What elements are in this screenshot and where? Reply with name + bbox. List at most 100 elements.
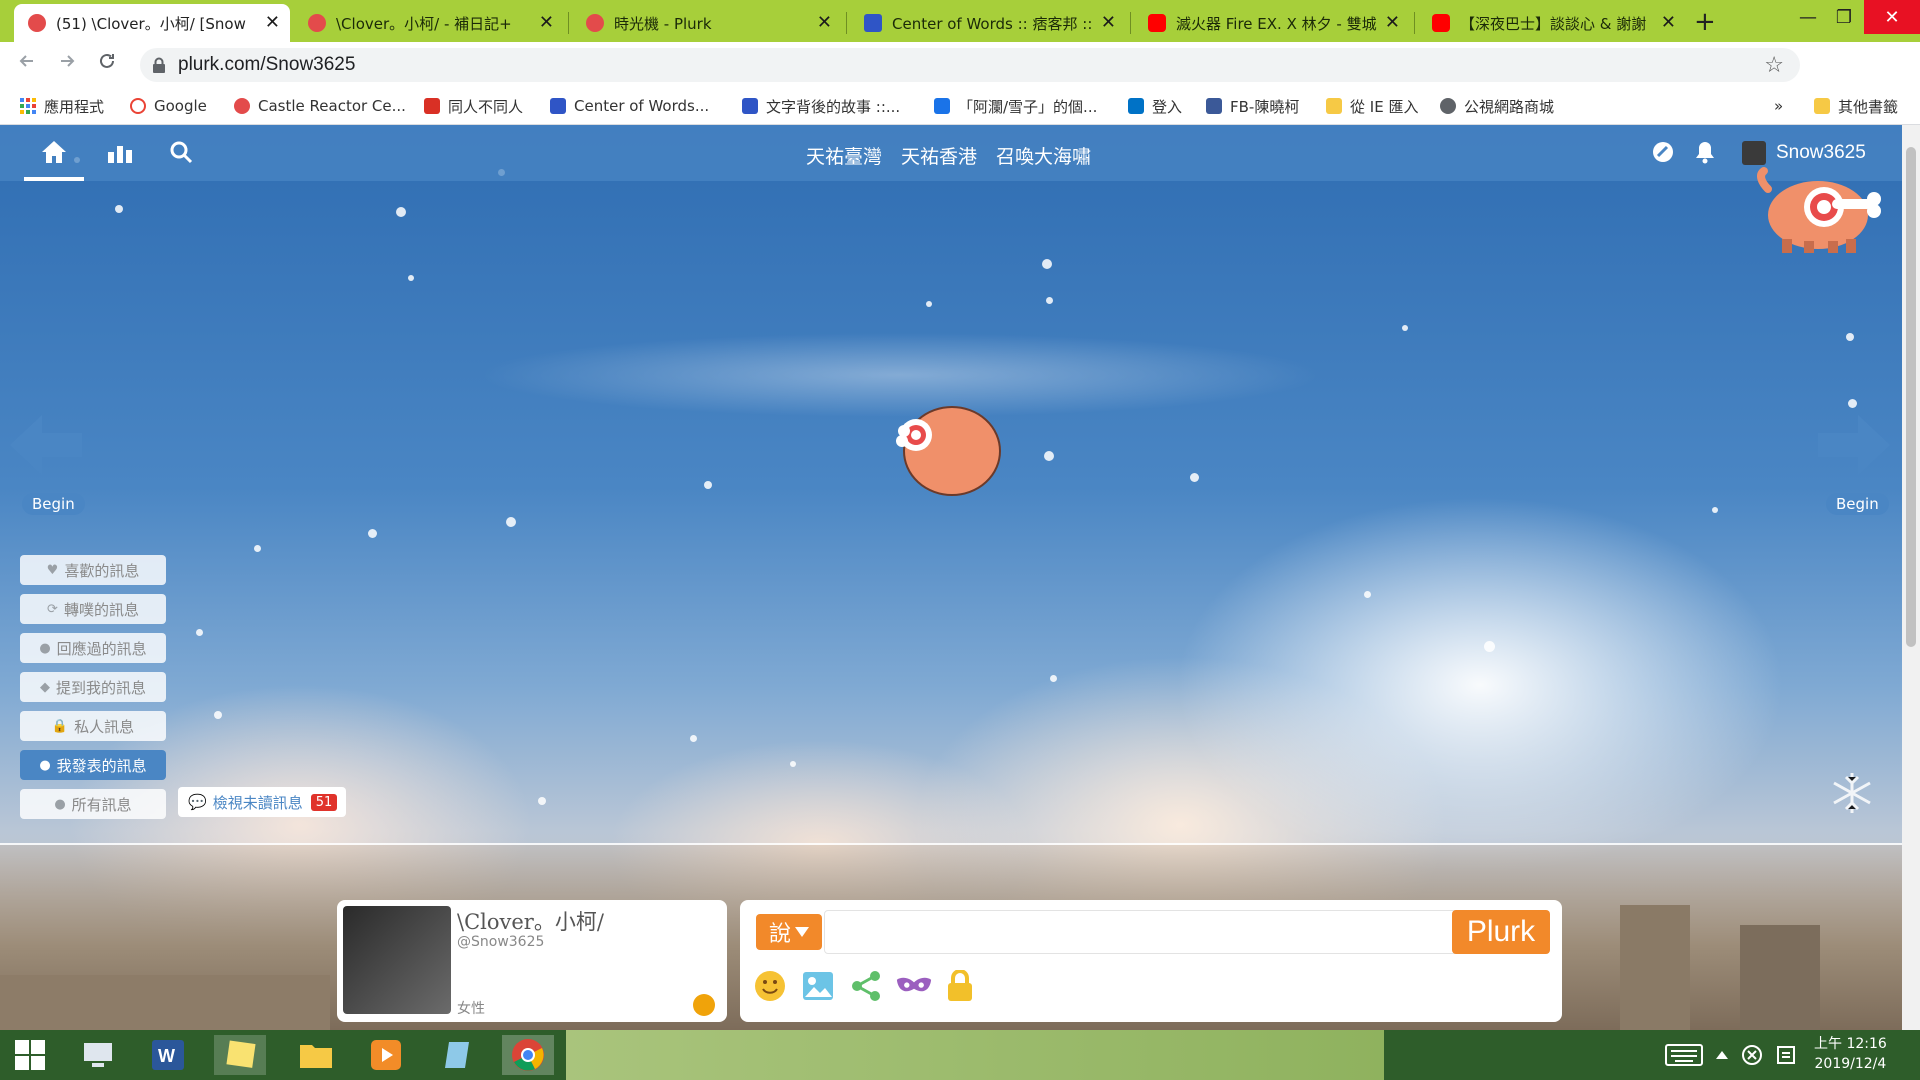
notification-center-button[interactable] <box>1764 1035 1808 1075</box>
tab-close-icon[interactable]: ✕ <box>1661 14 1676 32</box>
bookmark-story[interactable]: 文字背後的故事 ::... <box>742 95 900 117</box>
reload-button[interactable] <box>92 50 122 80</box>
bookmark-label: Castle Reactor Ce... <box>258 97 406 115</box>
snow-particle <box>1042 259 1052 269</box>
tab-4[interactable]: Center of Words :: 痞客邦 :: ✕ <box>850 4 1126 42</box>
taskbar-app-word[interactable]: W <box>142 1035 194 1075</box>
filter-label: 提到我的訊息 <box>55 678 146 697</box>
channel-link-taiwan[interactable]: 天祐臺灣 <box>806 142 882 169</box>
plurk-submit-button[interactable]: Plurk <box>1452 910 1550 954</box>
qualifier-dropdown[interactable]: 說 <box>756 914 822 950</box>
mascot-dog-icon <box>1757 167 1881 253</box>
tab-3[interactable]: 時光機 - Plurk ✕ <box>572 4 842 42</box>
snowflake-icon[interactable] <box>1830 771 1874 815</box>
filter-my-posts[interactable]: ● 我發表的訊息 <box>20 750 166 780</box>
taskbar-clock[interactable]: 上午 12:16 2019/12/4 <box>1814 1034 1887 1074</box>
filter-responded[interactable]: ● 回應過的訊息 <box>20 633 166 663</box>
anonymous-button[interactable] <box>896 968 932 1004</box>
prev-arrow-icon[interactable] <box>10 415 82 475</box>
bookmark-center-of-words[interactable]: Center of Words... <box>550 95 709 117</box>
profile-avatar[interactable] <box>343 906 451 1014</box>
building <box>1740 925 1820 1030</box>
taskbar-app-notes[interactable] <box>214 1035 266 1075</box>
taskbar-app-media[interactable] <box>360 1035 412 1075</box>
karma-badge-icon[interactable] <box>693 994 715 1016</box>
bookmark-ie-import[interactable]: 從 IE 匯入 <box>1326 95 1418 117</box>
page-scrollbar[interactable] <box>1902 125 1920 1030</box>
tab-separator <box>846 12 847 34</box>
forward-button[interactable] <box>52 50 82 80</box>
tab-title: \Clover。小柯/ - 補日記+ <box>336 14 512 33</box>
tab-title: 【深夜巴士】談談心 & 謝謝 <box>1460 14 1647 33</box>
bookmark-facebook[interactable]: FB-陳曉柯 <box>1206 95 1299 117</box>
active-tab-indicator <box>24 177 84 181</box>
filter-mentioned[interactable]: ◆ 提到我的訊息 <box>20 672 166 702</box>
snow-particle <box>538 797 546 805</box>
address-bar[interactable]: plurk.com/Snow3625 ☆ <box>140 48 1800 82</box>
tab-close-icon[interactable]: ✕ <box>265 14 280 32</box>
tab-2[interactable]: \Clover。小柯/ - 補日記+ ✕ <box>294 4 564 42</box>
bookmark-yukiko[interactable]: 「阿瀾/雪子」的個... <box>934 95 1097 117</box>
pixnet-favicon-icon <box>550 98 566 114</box>
taskbar-app-explorer-pc[interactable] <box>72 1035 124 1075</box>
start-button[interactable] <box>4 1035 56 1075</box>
taskbar-app-notepad[interactable] <box>432 1035 484 1075</box>
youtube-favicon-icon <box>1148 14 1166 32</box>
new-tab-button[interactable]: + <box>1694 7 1716 37</box>
taskbar-app-file-explorer[interactable] <box>290 1035 342 1075</box>
channel-link-hongkong[interactable]: 天祐香港 <box>901 142 977 169</box>
filter-replurked[interactable]: ⟳ 轉噗的訊息 <box>20 594 166 624</box>
computer-icon <box>84 1043 112 1067</box>
bookmark-label: 「阿瀾/雪子」的個... <box>958 97 1098 116</box>
privacy-button[interactable] <box>942 968 978 1004</box>
bookmark-other[interactable]: 其他書籤 <box>1814 95 1898 117</box>
filter-all[interactable]: ● 所有訊息 <box>20 789 166 819</box>
next-arrow-icon[interactable] <box>1818 415 1890 475</box>
tab-close-icon[interactable]: ✕ <box>539 14 554 32</box>
clock-date: 2019/12/4 <box>1814 1056 1887 1072</box>
apps-grid-icon <box>20 98 36 114</box>
begin-label-right[interactable]: Begin <box>1826 493 1889 515</box>
tab-6[interactable]: 【深夜巴士】談談心 & 謝謝 ✕ <box>1418 4 1686 42</box>
stats-button[interactable] <box>103 135 137 169</box>
plurk-text-input[interactable] <box>824 910 1472 954</box>
filter-private[interactable]: 🔒 私人訊息 <box>20 711 166 741</box>
notifications-button[interactable] <box>1688 135 1722 169</box>
back-button[interactable] <box>12 50 42 80</box>
plurk-compose-box: 說 Plurk <box>740 900 1562 1022</box>
scrollbar-thumb[interactable] <box>1906 147 1916 647</box>
share-button[interactable] <box>848 968 884 1004</box>
bookmark-apps[interactable]: 應用程式 <box>20 95 104 117</box>
globe-icon <box>1440 98 1456 114</box>
bookmark-login[interactable]: 登入 <box>1128 95 1182 117</box>
tab-5[interactable]: 滅火器 Fire EX. X 林夕 - 雙城 ✕ <box>1134 4 1410 42</box>
karma-button[interactable] <box>1646 135 1680 169</box>
heart-icon: ♥ <box>46 562 59 578</box>
tab-1[interactable]: (51) \Clover。小柯/ [Snow ✕ <box>14 4 290 42</box>
bookmark-pts-shop[interactable]: 公視網路商城 <box>1440 95 1554 117</box>
tab-close-icon[interactable]: ✕ <box>817 14 832 32</box>
tab-close-icon[interactable]: ✕ <box>1101 14 1116 32</box>
word-icon: W <box>152 1040 184 1070</box>
bookmarks-overflow[interactable]: » <box>1774 95 1783 117</box>
bookmark-google[interactable]: Google <box>130 95 207 117</box>
home-button[interactable] <box>37 135 71 169</box>
bookmark-doujin[interactable]: 同人不同人 <box>424 95 523 117</box>
close-window-button[interactable]: ✕ <box>1864 0 1920 34</box>
tab-close-icon[interactable]: ✕ <box>1385 14 1400 32</box>
filter-favorites[interactable]: ♥ 喜歡的訊息 <box>20 555 166 585</box>
search-button[interactable] <box>164 135 198 169</box>
channel-link-tsunami[interactable]: 召喚大海嘯 <box>996 142 1091 169</box>
bookmark-label: Google <box>154 97 207 115</box>
view-unread-button[interactable]: 💬 檢視未讀訊息 51 <box>178 787 346 817</box>
bookmark-castle-reactor[interactable]: Castle Reactor Ce... <box>234 95 406 117</box>
begin-label-left[interactable]: Begin <box>22 493 85 515</box>
bookmark-label: 同人不同人 <box>448 97 524 116</box>
emoticon-button[interactable] <box>752 968 788 1004</box>
taskbar-app-chrome[interactable] <box>502 1035 554 1075</box>
profile-display-name[interactable]: \Clover。小柯/ <box>457 906 604 936</box>
plurk-favicon-icon <box>234 98 250 114</box>
bookmark-star-icon[interactable]: ☆ <box>1764 53 1784 78</box>
image-upload-button[interactable] <box>800 968 836 1004</box>
plurk-nav-bar: 天祐臺灣 天祐香港 召喚大海嘯 Snow3625 <box>0 125 1902 181</box>
